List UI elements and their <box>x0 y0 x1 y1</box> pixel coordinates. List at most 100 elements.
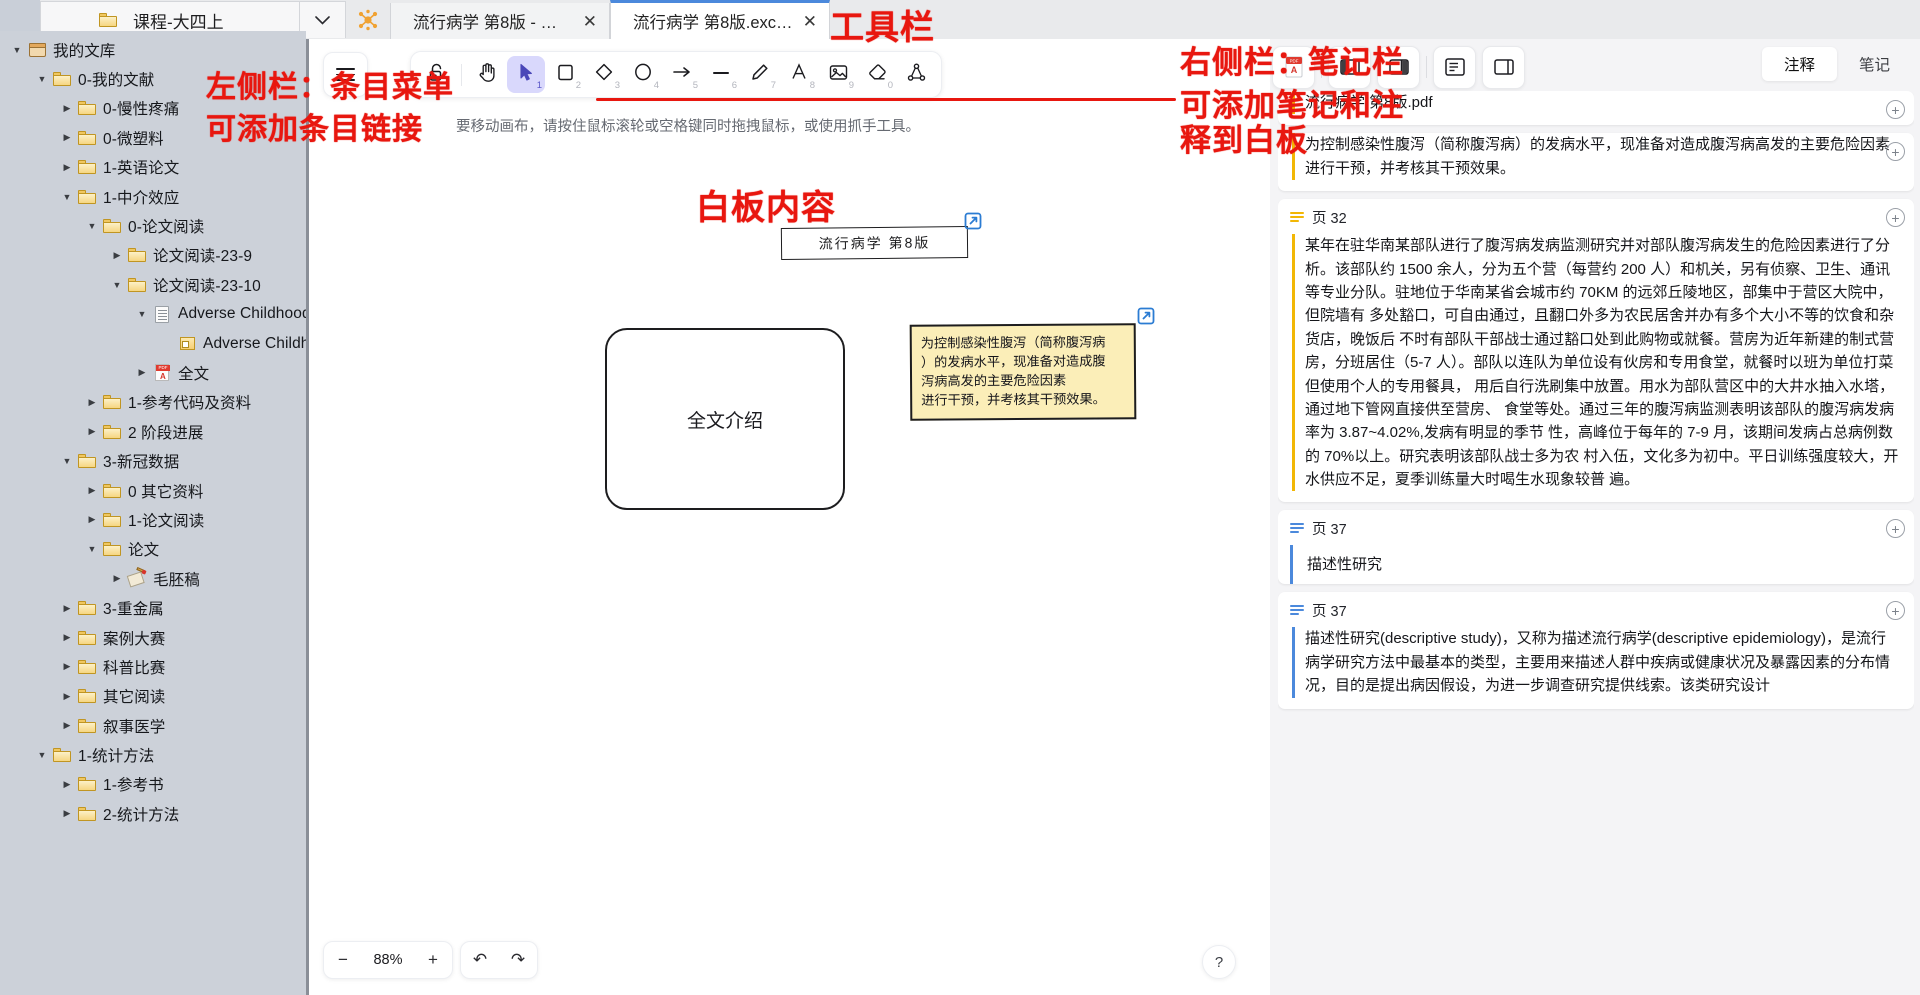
sidebar-item-5[interactable]: ▼ 1-中介效应 <box>0 182 306 211</box>
tool-draw[interactable]: 7 <box>741 56 779 93</box>
tool-shortcut-number: 1 <box>536 80 542 91</box>
tab-annotations[interactable]: 注释 <box>1761 47 1837 81</box>
chevron-down-icon[interactable] <box>300 1 346 38</box>
sidebar-item-8[interactable]: ▼ 论文阅读-23-10 <box>0 270 306 299</box>
caret-down-icon[interactable]: ▼ <box>58 452 76 470</box>
tool-hand[interactable] <box>468 56 506 93</box>
caret-right-icon[interactable]: ▶ <box>108 246 126 264</box>
sidebar-item-7[interactable]: ▶ 论文阅读-23-9 <box>0 241 306 270</box>
external-link-icon[interactable] <box>964 212 982 230</box>
canvas-sticky-note[interactable]: 为控制感染性腹泻（简称腹泻病 ）的发病水平，现准备对造成腹 泻病高发的主要危险因… <box>909 323 1137 421</box>
caret-right-icon[interactable]: ▶ <box>58 775 76 793</box>
tool-text[interactable]: 8 <box>780 56 818 93</box>
sidebar-item-0[interactable]: ▼ 我的文库 <box>0 35 306 64</box>
close-icon[interactable]: ✕ <box>803 13 817 30</box>
tool-frame[interactable] <box>897 56 935 93</box>
sidebar-item-6[interactable]: ▼ 0-论文阅读 <box>0 211 306 240</box>
annotation-card[interactable]: 为控制感染性腹泻（简称腹泻病）的发病水平，现准备对造成腹泻病高发的主要危险因素 … <box>1278 133 1914 192</box>
close-icon[interactable]: ✕ <box>583 13 597 30</box>
sidebar-item-23[interactable]: ▶ 叙事医学 <box>0 711 306 740</box>
caret-right-icon[interactable]: ▶ <box>58 658 76 676</box>
caret-right-icon[interactable]: ▶ <box>58 629 76 647</box>
sidebar-item-10[interactable]: ▶Adverse Childhood <box>0 329 306 358</box>
caret-right-icon[interactable]: ▶ <box>133 364 151 382</box>
sidebar-item-21[interactable]: ▶ 科普比赛 <box>0 652 306 681</box>
note-editor-icon[interactable] <box>1433 45 1476 89</box>
sidebar-item-4[interactable]: ▶ 1-英语论文 <box>0 153 306 182</box>
tool-ellipse[interactable]: 4 <box>624 56 662 93</box>
caret-down-icon[interactable]: ▼ <box>33 70 51 88</box>
tool-eraser[interactable]: 0 <box>858 56 896 93</box>
sidebar-item-13[interactable]: ▶ 2 阶段进展 <box>0 417 306 446</box>
sidebar-item-20[interactable]: ▶ 案例大赛 <box>0 623 306 652</box>
caret-right-icon[interactable]: ▶ <box>58 99 76 117</box>
excalidraw-canvas[interactable]: 1 2 3 4 5 6 7 8 9 0 要移动画布，请按住鼠标滚轮或空格键同时拖拽鼠标，或使用抓手… <box>306 39 1270 995</box>
undo-button[interactable]: ↶ <box>461 941 499 979</box>
history-control[interactable]: ↶ ↷ <box>460 941 538 979</box>
annotation-note-tabs[interactable]: 注释 笔记 <box>1761 47 1912 81</box>
sidebar-item-25[interactable]: ▶ 1-参考书 <box>0 770 306 799</box>
annotations-list[interactable]: 流行病学 第8版.pdf + 为控制感染性腹泻（简称腹泻病）的发病水平，现准备对造成… <box>1278 91 1914 995</box>
tab-reader[interactable]: 流行病学 第8版 - 詹思延主... ✕ <box>390 3 610 39</box>
sidebar-item-label: 案例大赛 <box>103 630 166 648</box>
collections-sidebar[interactable]: ▼ 我的文库 ▼ 0-我的文献 ▶ 0-慢性疼痛 ▶ 0-微塑料 ▶ 1-英语论文 ▼ 1-中介效应 ▼… <box>0 31 306 995</box>
sidebar-item-15[interactable]: ▶ 0 其它资料 <box>0 476 306 505</box>
caret-right-icon[interactable]: ▶ <box>58 805 76 823</box>
sidebar-item-22[interactable]: ▶ 其它阅读 <box>0 682 306 711</box>
zoom-control[interactable]: − 88% + <box>323 941 453 979</box>
add-annotation-button[interactable]: + <box>1886 100 1905 119</box>
sidebar-item-18[interactable]: ▶ 毛胚稿 <box>0 564 306 593</box>
caret-right-icon[interactable]: ▶ <box>58 599 76 617</box>
sidebar-item-12[interactable]: ▶ 1-参考代码及资料 <box>0 388 306 417</box>
caret-right-icon[interactable]: ▶ <box>83 511 101 529</box>
caret-right-icon[interactable]: ▶ <box>58 129 76 147</box>
caret-right-icon[interactable]: ▶ <box>58 687 76 705</box>
sidebar-item-16[interactable]: ▶ 1-论文阅读 <box>0 505 306 534</box>
sidebar-item-label: 0-微塑料 <box>103 130 164 148</box>
zoom-in-button[interactable]: + <box>414 941 452 979</box>
caret-down-icon[interactable]: ▼ <box>133 305 151 323</box>
annotation-card[interactable]: 页 32 某年在驻华南某部队进行了腹泻病发病监测研究并对部队腹泻病发生的危险因素进… <box>1278 199 1914 503</box>
caret-right-icon[interactable]: ▶ <box>58 717 76 735</box>
folder-icon <box>76 101 98 116</box>
canvas-rounded-rect[interactable]: 全文介绍 <box>605 328 845 510</box>
tab-excalidraw[interactable]: 流行病学 第8版.excalidraw ✕ <box>610 0 830 39</box>
caret-right-icon[interactable]: ▶ <box>83 482 101 500</box>
sidebar-item-label: Adverse Childhood Expe <box>178 305 306 323</box>
caret-down-icon[interactable]: ▼ <box>83 540 101 558</box>
sidebar-item-26[interactable]: ▶ 2-统计方法 <box>0 799 306 828</box>
annotation-card[interactable]: 页 37 描述性研究(descriptive study)，又称为描述流行病学(d… <box>1278 592 1914 709</box>
tool-line[interactable]: 6 <box>702 56 740 93</box>
reader-sidebar[interactable]: PDF A 注释 笔记 流行病学 第8版.pdf + 为控制感染性腹泻（简称腹泻病）的… <box>1270 39 1920 995</box>
zoom-out-button[interactable]: − <box>324 941 362 979</box>
caret-down-icon[interactable]: ▼ <box>8 41 26 59</box>
tab-notes[interactable]: 笔记 <box>1837 47 1912 81</box>
caret-down-icon[interactable]: ▼ <box>58 188 76 206</box>
sidebar-item-14[interactable]: ▼ 3-新冠数据 <box>0 446 306 475</box>
sidebar-toggle-icon[interactable] <box>1482 45 1525 89</box>
tool-selection[interactable]: 1 <box>507 56 545 93</box>
sidebar-item-17[interactable]: ▼ 论文 <box>0 535 306 564</box>
canvas-title-box[interactable]: 流行病学 第8版 <box>780 226 969 260</box>
excalidraw-toolbar[interactable]: 1 2 3 4 5 6 7 8 9 0 <box>410 51 942 98</box>
tool-image[interactable]: 9 <box>819 56 857 93</box>
sidebar-item-9[interactable]: ▼ Adverse Childhood Expe <box>0 300 306 329</box>
caret-right-icon[interactable]: ▶ <box>58 158 76 176</box>
caret-down-icon[interactable]: ▼ <box>83 217 101 235</box>
sidebar-item-11[interactable]: ▶ 全文 <box>0 358 306 387</box>
zoom-level-value[interactable]: 88% <box>362 952 414 968</box>
tool-arrow[interactable]: 5 <box>663 56 701 93</box>
external-link-icon[interactable] <box>1137 307 1155 325</box>
tool-rectangle[interactable]: 2 <box>546 56 584 93</box>
annotation-card[interactable]: 页 37 描述性研究 + <box>1278 510 1914 585</box>
redo-button[interactable]: ↷ <box>499 941 537 979</box>
caret-right-icon[interactable]: ▶ <box>83 423 101 441</box>
caret-down-icon[interactable]: ▼ <box>33 746 51 764</box>
caret-down-icon[interactable]: ▼ <box>108 276 126 294</box>
sidebar-item-19[interactable]: ▶ 3-重金属 <box>0 593 306 622</box>
caret-right-icon[interactable]: ▶ <box>83 393 101 411</box>
help-button[interactable]: ? <box>1202 945 1236 979</box>
caret-right-icon[interactable]: ▶ <box>108 570 126 588</box>
sidebar-item-24[interactable]: ▼ 1-统计方法 <box>0 740 306 769</box>
tool-diamond[interactable]: 3 <box>585 56 623 93</box>
